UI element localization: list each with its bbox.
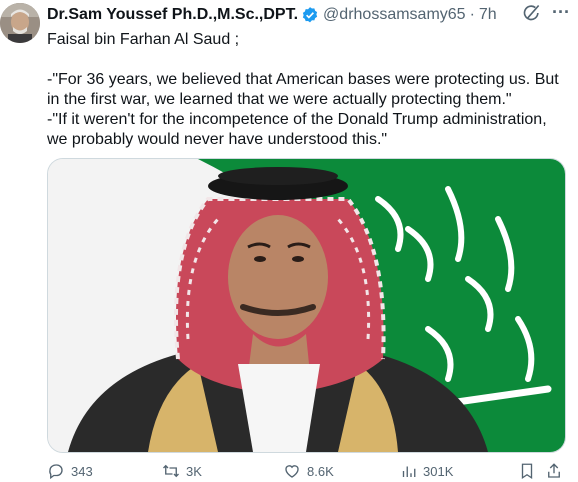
more-icon[interactable]: ··· — [552, 2, 570, 23]
repost-icon — [163, 464, 179, 478]
like-count: 8.6K — [307, 463, 334, 479]
bookmark-icon — [521, 463, 533, 480]
tweet-photo[interactable] — [47, 158, 566, 453]
avatar[interactable] — [0, 3, 40, 43]
reply-button[interactable]: 343 — [47, 462, 93, 480]
tweet-line-3: -"If it weren't for the incompetence of … — [47, 111, 547, 148]
tweet[interactable]: Dr.Sam Youssef Ph.D.,M.Sc.,DPT. @drhossa… — [0, 0, 578, 480]
author-handle[interactable]: @drhossamsamy65 — [323, 6, 466, 24]
photo-illustration — [48, 159, 565, 452]
like-button[interactable]: 8.6K — [283, 462, 334, 480]
tweet-line-1: Faisal bin Farhan Al Saud ; — [47, 31, 240, 48]
views-count: 301K — [423, 463, 454, 479]
bookmark-button[interactable] — [518, 462, 542, 480]
separator-dot: · — [469, 6, 475, 23]
timestamp[interactable]: 7h — [479, 6, 497, 24]
action-bar: 343 3K 8.6K 301K — [47, 462, 570, 482]
repost-count: 3K — [186, 463, 202, 479]
share-icon — [548, 463, 560, 478]
verified-badge-icon — [301, 6, 319, 24]
tweet-text: Faisal bin Farhan Al Saud ; -"For 36 yea… — [47, 30, 568, 150]
reply-count: 343 — [71, 463, 93, 479]
views-button[interactable]: 301K — [399, 462, 453, 480]
author-name[interactable]: Dr.Sam Youssef Ph.D.,M.Sc.,DPT. — [47, 6, 298, 24]
share-button[interactable] — [545, 462, 569, 480]
tweet-header: Dr.Sam Youssef Ph.D.,M.Sc.,DPT. @drhossa… — [47, 4, 570, 26]
like-icon — [285, 465, 299, 478]
views-icon — [402, 466, 416, 477]
reply-icon — [49, 464, 63, 480]
repost-button[interactable]: 3K — [162, 462, 202, 480]
tweet-line-2: -"For 36 years, we believed that America… — [47, 71, 559, 108]
grok-icon[interactable] — [522, 3, 542, 23]
